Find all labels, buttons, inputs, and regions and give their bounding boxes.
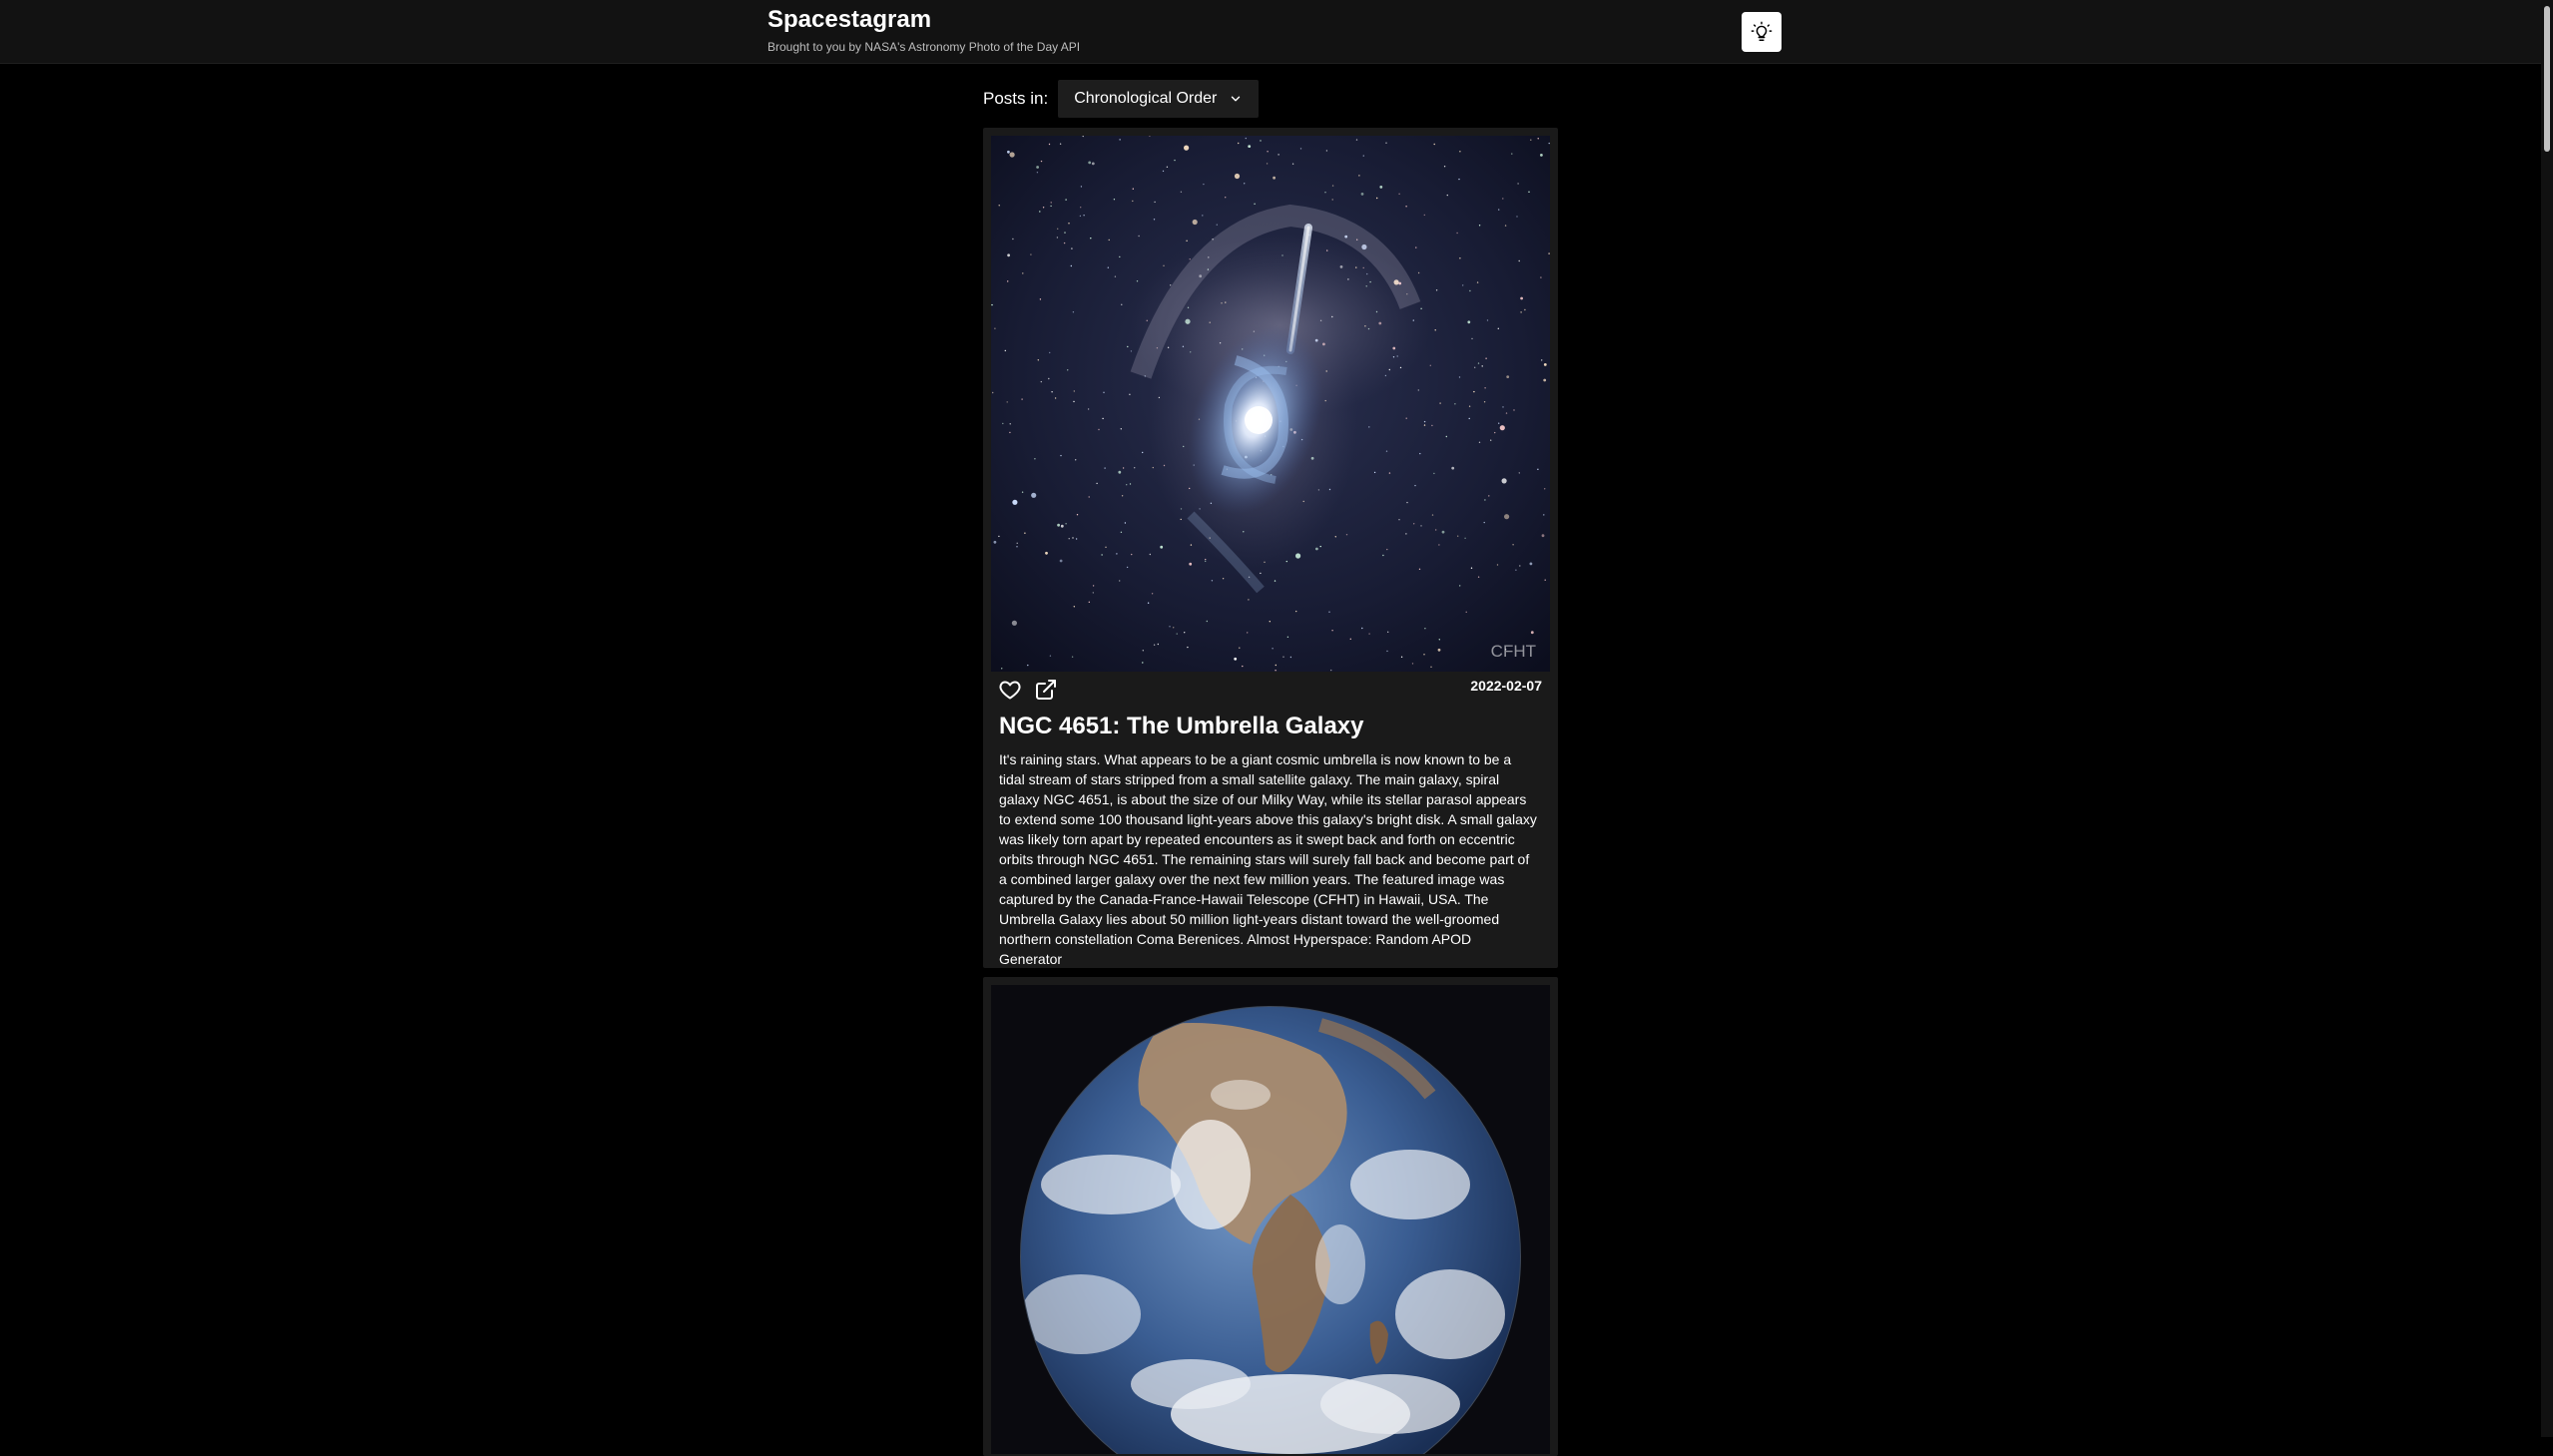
post-actions	[998, 678, 1058, 702]
lightbulb-icon	[1751, 21, 1773, 41]
top-bar: Spacestagram Brought to you by NASA's As…	[0, 0, 2541, 64]
chevron-down-icon	[1229, 92, 1243, 106]
post-image-galaxy: CFHT	[991, 136, 1550, 672]
heart-icon[interactable]	[998, 678, 1022, 702]
post-title: NGC 4651: The Umbrella Galaxy	[999, 713, 1364, 739]
scrollbar-thumb[interactable]	[2544, 6, 2550, 152]
brand: Spacestagram Brought to you by NASA's As…	[767, 6, 1080, 55]
page-scrollbar[interactable]	[2541, 0, 2553, 1437]
post-date: 2022-02-07	[1470, 678, 1542, 694]
post-card	[983, 977, 1558, 1456]
app-title: Spacestagram	[767, 6, 932, 33]
post-image-earth	[991, 985, 1550, 1454]
post-description: It's raining stars. What appears to be a…	[999, 751, 1537, 967]
sort-label: Posts in:	[983, 89, 1049, 108]
external-link-icon[interactable]	[1034, 678, 1058, 702]
sort-selected-value: Chronological Order	[1074, 90, 1218, 107]
theme-toggle-button[interactable]	[1742, 12, 1782, 52]
post-card: CFHT 2022-02-07 NGC 4651: The Umbrella G…	[983, 128, 1558, 968]
image-credit: CFHT	[1491, 642, 1536, 661]
sort-order-dropdown[interactable]: Chronological Order	[1058, 80, 1260, 118]
app-subtitle: Brought to you by NASA's Astronomy Photo…	[767, 40, 1081, 54]
sort-bar: Posts in: Chronological Order	[983, 80, 1260, 118]
